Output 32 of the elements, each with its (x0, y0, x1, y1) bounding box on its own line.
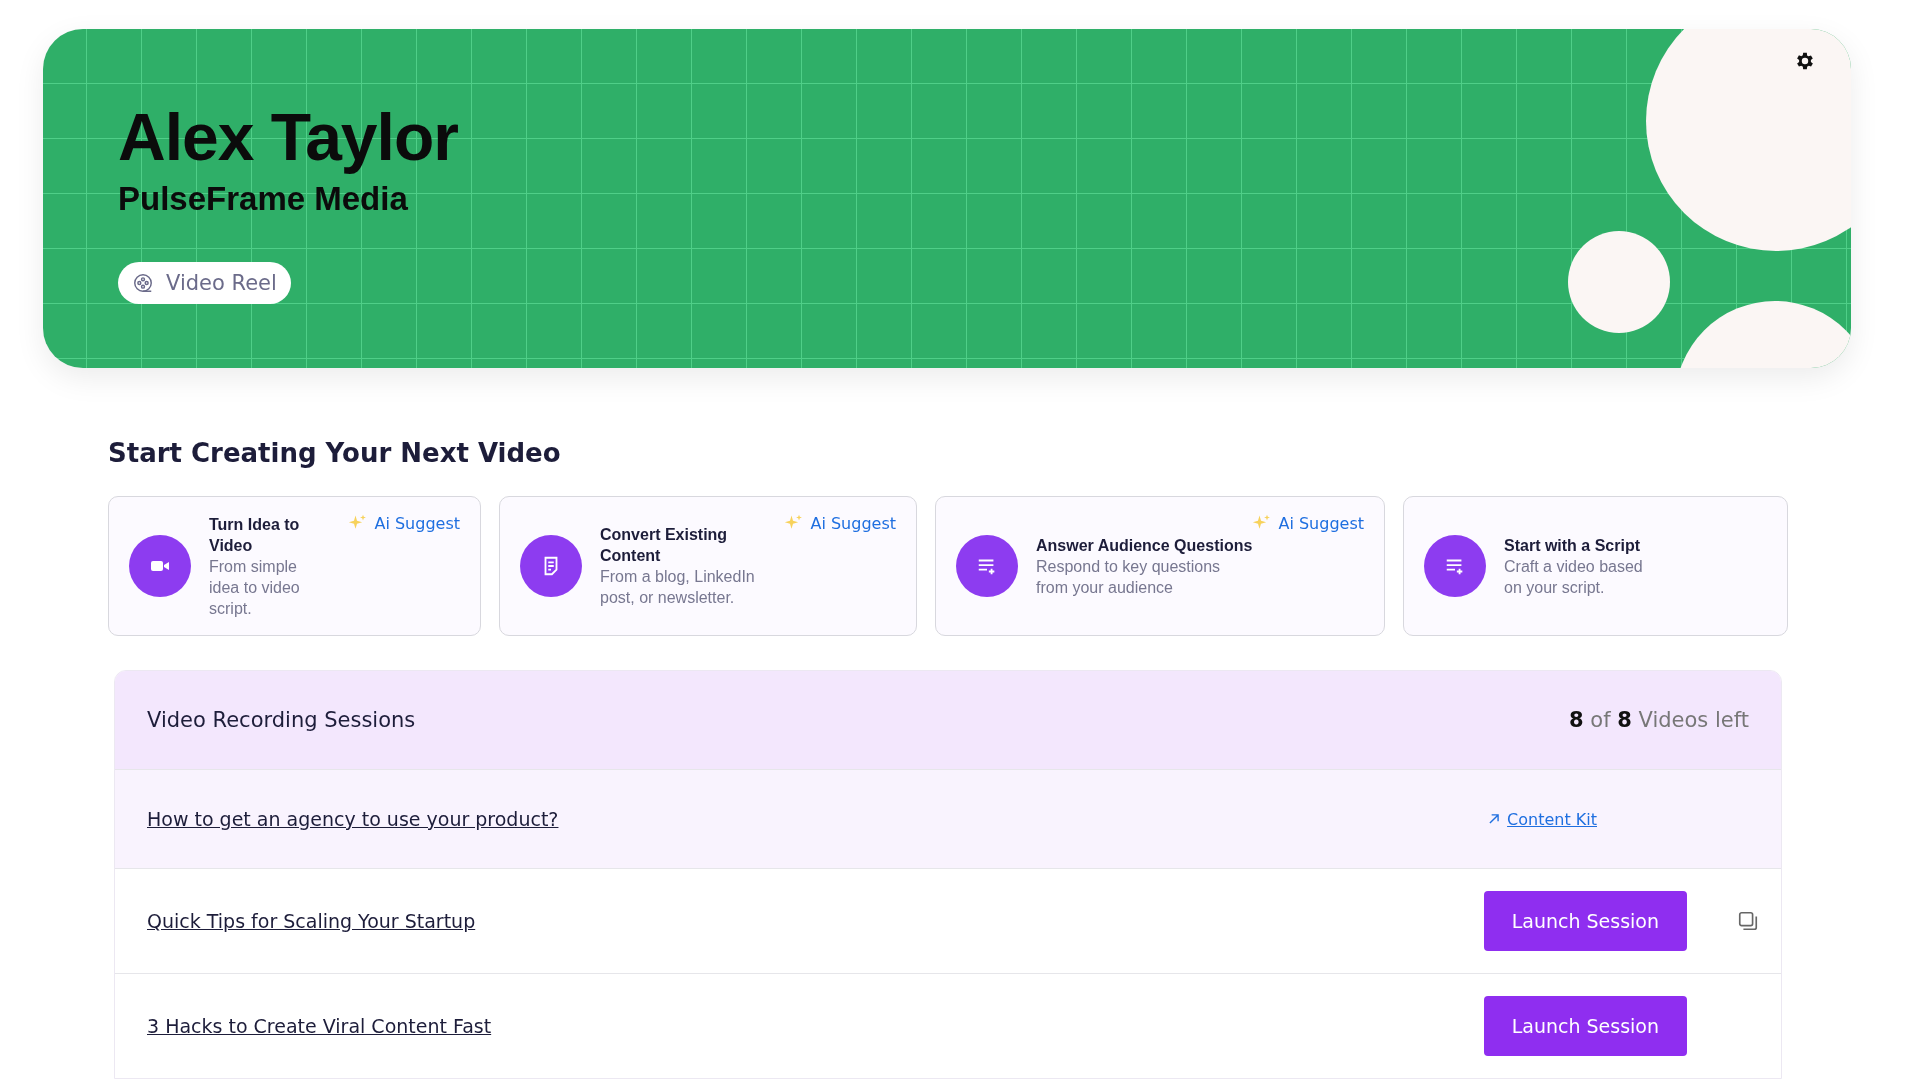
create-option-card[interactable]: Convert Existing Content From a blog, LinkedIn post, or newsletter. Ai Suggest (499, 496, 917, 636)
option-description: From a blog, LinkedIn post, or newsletter. (600, 567, 756, 608)
sessions-title: Video Recording Sessions (147, 708, 416, 732)
option-description: Craft a video based on your script. (1504, 556, 1644, 598)
create-option-card[interactable]: Start with a Script Craft a video based on your script. (1403, 496, 1788, 636)
company-name: PulseFrame Media (118, 179, 409, 218)
copy-icon[interactable] (1737, 910, 1759, 932)
ai-suggest-link[interactable]: Ai Suggest (348, 513, 460, 533)
session-row[interactable]: How to get an agency to use your product? Content Kit (115, 769, 1781, 868)
ai-suggest-link[interactable]: Ai Suggest (1252, 513, 1364, 533)
film-reel-icon (132, 271, 154, 294)
option-title: Answer Audience Questions (1036, 535, 1254, 556)
video-reel-button[interactable]: Video Reel (118, 261, 291, 304)
option-title: Turn Idea to Video (209, 514, 301, 556)
launch-session-button[interactable]: Launch Session (1483, 891, 1687, 951)
session-title-link[interactable]: How to get an agency to use your product? (147, 808, 559, 830)
ai-suggest-link[interactable]: Ai Suggest (784, 513, 896, 533)
option-title: Start with a Script (1504, 535, 1642, 556)
settings-icon[interactable] (1794, 50, 1816, 72)
content-kit-link[interactable]: Content Kit (1487, 809, 1597, 829)
session-title-link[interactable]: 3 Hacks to Create Viral Content Fast (147, 1015, 492, 1037)
create-option-card[interactable]: Turn Idea to Video From simple idea to video script. Ai Suggest (108, 496, 481, 636)
session-title-link[interactable]: Quick Tips for Scaling Your Startup (147, 910, 476, 932)
create-option-card[interactable]: Answer Audience Questions Respond to key questions from your audience Ai Suggest (935, 496, 1385, 636)
videos-left-count: 8 of 8 Videos left (1569, 708, 1749, 732)
section-title: Start Creating Your Next Video (108, 438, 562, 468)
option-description: From simple idea to video script. (209, 556, 301, 619)
launch-session-button[interactable]: Launch Session (1483, 996, 1687, 1056)
option-title: Convert Existing Content (600, 525, 729, 566)
arrow-up-right-icon (1487, 812, 1502, 826)
option-description: Respond to key questions from your audience (1036, 556, 1222, 598)
profile-name: Alex Taylor (118, 101, 459, 174)
